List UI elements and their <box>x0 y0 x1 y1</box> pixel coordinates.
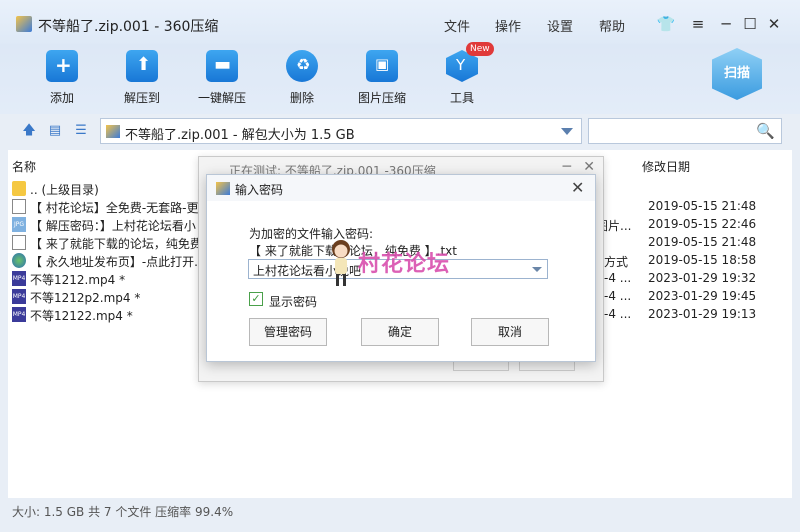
close-icon[interactable]: ✕ <box>583 159 595 175</box>
column-date[interactable]: 修改日期 <box>642 158 690 175</box>
extract-to-label: 解压到 <box>123 91 160 105</box>
web-link-icon <box>12 253 26 268</box>
show-password-label[interactable]: 显示密码 <box>269 293 317 310</box>
file-date: 2019-05-15 22:46 <box>648 217 757 231</box>
image-compress-button[interactable]: ▣ 图片压缩 <box>352 50 412 106</box>
add-button[interactable]: + 添加 <box>32 50 92 106</box>
address-bar[interactable]: 不等船了.zip.001 - 解包大小为 1.5 GB <box>100 118 582 144</box>
watermark-text: 村花论坛 <box>358 252 451 277</box>
mp4-file-icon: MP4 <box>12 289 26 304</box>
add-icon: + <box>46 50 78 82</box>
file-name: 【 永久地址发布页】-点此打开. <box>30 255 198 269</box>
file-type: -4 ... <box>604 307 632 321</box>
manage-password-button[interactable]: 管理密码 <box>249 318 327 346</box>
tools-label: 工具 <box>449 91 474 105</box>
file-name: 【 解压密码：】上村花论坛看小 <box>30 219 196 233</box>
show-password-checkbox[interactable]: ✓ <box>249 292 263 306</box>
chevron-down-icon[interactable] <box>532 267 542 272</box>
text-file-icon <box>12 235 26 250</box>
file-type: -4 ... <box>604 271 632 285</box>
add-label: 添加 <box>49 91 74 105</box>
text-file-icon <box>12 199 26 214</box>
image-compress-icon: ▣ <box>366 50 398 82</box>
menu-file[interactable]: 文件 <box>444 16 470 35</box>
minimize-icon[interactable]: ─ <box>716 14 736 34</box>
file-date: 2023-01-29 19:45 <box>648 289 757 303</box>
close-icon[interactable]: ✕ <box>764 14 784 34</box>
jpg-file-icon: JPG <box>12 217 26 232</box>
ok-button[interactable]: 确定 <box>361 318 439 346</box>
one-click-extract-label: 一键解压 <box>197 91 246 105</box>
dialog-title: 输入密码 <box>235 183 284 197</box>
minimize-icon[interactable]: ─ <box>563 159 571 175</box>
delete-icon: ♻ <box>286 50 318 82</box>
file-name: 【 村花论坛】全免费-无套路-更 <box>30 201 199 215</box>
prompt-text: 为加密的文件输入密码: <box>249 227 374 241</box>
file-date: 2019-05-15 18:58 <box>648 253 757 267</box>
tools-button[interactable]: Y 工具 <box>432 50 492 106</box>
file-name: .. (上级目录) <box>30 183 99 197</box>
new-badge: New <box>466 42 494 56</box>
list-view-icon[interactable]: ☰ <box>74 124 88 138</box>
file-date: 2023-01-29 19:13 <box>648 307 757 321</box>
zip-icon <box>216 182 230 195</box>
status-text: 大小: 1.5 GB 共 7 个文件 压缩率 99.4% <box>12 505 234 519</box>
file-name: 不等1212.mp4 * <box>30 273 126 287</box>
folder-icon <box>12 181 26 196</box>
column-name[interactable]: 名称 <box>12 158 36 175</box>
mp4-file-icon: MP4 <box>12 307 26 322</box>
one-click-extract-button[interactable]: ▬ 一键解压 <box>192 50 252 106</box>
file-type: -4 ... <box>604 289 632 303</box>
menu-icon[interactable]: ≡ <box>688 14 708 34</box>
delete-button[interactable]: ♻ 删除 <box>272 50 332 106</box>
file-date: 2023-01-29 19:32 <box>648 271 757 285</box>
mp4-file-icon: MP4 <box>12 271 26 286</box>
chevron-down-icon[interactable] <box>561 128 573 135</box>
zip-icon <box>106 125 120 138</box>
thumbnail-view-icon[interactable]: ▤ <box>48 124 62 138</box>
cancel-button[interactable]: 取消 <box>471 318 549 346</box>
menu-help[interactable]: 帮助 <box>599 16 625 35</box>
menu-operation[interactable]: 操作 <box>495 16 521 35</box>
file-name: 不等12122.mp4 * <box>30 309 133 323</box>
image-compress-label: 图片压缩 <box>357 91 406 105</box>
app-icon <box>16 16 32 32</box>
close-icon[interactable]: ✕ <box>571 178 584 197</box>
one-click-extract-icon: ▬ <box>206 50 238 82</box>
up-arrow-icon[interactable]: 🡅 <box>22 124 36 138</box>
file-type: 方式 <box>604 255 629 269</box>
window-title: 不等船了.zip.001 - 360压缩 <box>38 19 219 35</box>
search-input[interactable]: 🔍 <box>588 118 782 144</box>
menu-settings[interactable]: 设置 <box>547 16 573 35</box>
address-path: 不等船了.zip.001 - 解包大小为 1.5 GB <box>125 128 355 143</box>
extract-to-icon: ⬆ <box>126 50 158 82</box>
maximize-icon[interactable]: ☐ <box>740 14 760 34</box>
delete-label: 删除 <box>289 91 314 105</box>
file-name: 不等1212p2.mp4 * <box>30 291 141 305</box>
girl-figure-icon <box>332 240 350 286</box>
extract-to-button[interactable]: ⬆ 解压到 <box>112 50 172 106</box>
status-bar: 大小: 1.5 GB 共 7 个文件 压缩率 99.4% <box>0 498 800 532</box>
search-icon[interactable]: 🔍 <box>756 122 775 140</box>
file-name: 【 来了就能下载的论坛，纯免费 <box>30 237 202 251</box>
skin-icon[interactable]: 👕 <box>656 14 676 34</box>
file-date: 2019-05-15 21:48 <box>648 235 757 249</box>
file-date: 2019-05-15 21:48 <box>648 199 757 213</box>
